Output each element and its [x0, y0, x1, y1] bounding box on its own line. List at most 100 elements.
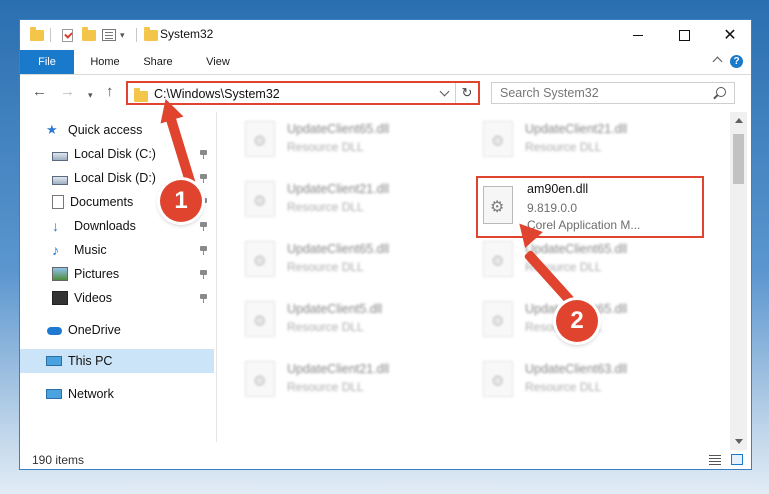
sidebar-item-documents[interactable]: Documents [52, 191, 133, 213]
forward-button[interactable]: → [60, 84, 75, 100]
file-item[interactable]: ⚙ UpdateClient5.dll Resource DLL [237, 296, 467, 342]
search-placeholder: Search System32 [500, 86, 599, 100]
dll-file-icon: ⚙ [245, 121, 275, 157]
refresh-icon[interactable]: ↻ [455, 83, 478, 103]
window-title: System32 [160, 27, 214, 41]
sidebar-item-pictures[interactable]: Pictures [52, 263, 119, 285]
folder-icon [30, 26, 44, 43]
dll-file-icon: ⚙ [245, 361, 275, 397]
file-list: ⚙ UpdateClient65.dll Resource DLL ⚙ Upda… [217, 112, 729, 442]
file-item[interactable]: ⚙ UpdateClient21.dll Resource DLL [237, 176, 467, 222]
music-icon: ♪ [52, 242, 59, 258]
sidebar-item-local-disk-c[interactable]: Local Disk (C:) [52, 143, 156, 165]
scroll-down-icon[interactable] [735, 439, 743, 444]
sidebar-item-label: Network [68, 387, 114, 401]
star-icon: ★ [46, 122, 58, 137]
file-name: UpdateClient21.dll [525, 122, 628, 136]
minimize-icon [633, 34, 643, 36]
address-dropdown-icon[interactable] [439, 86, 450, 97]
item-count: 190 items [32, 453, 85, 467]
file-name: UpdateClient65.dll [287, 242, 390, 256]
dll-file-icon: ⚙ [245, 241, 275, 277]
dll-file-icon: ⚙ [483, 361, 513, 397]
close-button[interactable]: ✕ [707, 20, 751, 50]
sidebar-item-quick-access[interactable]: ★ Quick access [46, 119, 142, 141]
file-name: UpdateClient21.dll [287, 362, 390, 376]
pin-icon[interactable] [200, 150, 207, 159]
dll-file-icon: ⚙ [245, 181, 275, 217]
sidebar-item-music[interactable]: ♪ Music [52, 239, 107, 261]
dll-file-icon: ⚙ [245, 301, 275, 337]
tab-home[interactable]: Home [82, 50, 128, 74]
pin-icon[interactable] [200, 222, 207, 231]
scroll-up-icon[interactable] [735, 118, 743, 123]
help-icon[interactable]: ? [730, 55, 743, 68]
sidebar-item-downloads[interactable]: ↓ Downloads [52, 215, 136, 237]
title-bar: ▾ System32 ✕ [20, 20, 751, 50]
file-name: UpdateClient63.dll [525, 362, 628, 376]
search-input[interactable]: Search System32 [491, 82, 735, 104]
up-button[interactable]: ↑ [106, 84, 114, 100]
dll-file-icon: ⚙ [483, 301, 513, 337]
search-icon [716, 87, 726, 97]
sidebar-item-label: Downloads [74, 219, 136, 233]
pin-icon[interactable] [200, 246, 207, 255]
sidebar-item-label: Local Disk (D:) [74, 171, 156, 185]
file-item[interactable]: ⚙ UpdateClient63.dll Resource DLL [475, 356, 705, 402]
tab-view[interactable]: View [198, 50, 238, 74]
documents-icon [52, 195, 64, 209]
file-type: Resource DLL [525, 140, 602, 154]
new-folder-icon[interactable] [82, 26, 96, 43]
file-type: Resource DLL [525, 380, 602, 394]
onedrive-icon [46, 323, 62, 337]
status-bar: 190 items [20, 450, 751, 469]
pin-icon[interactable] [200, 174, 207, 183]
file-item[interactable]: ⚙ UpdateClient65.dll Resource DLL [237, 236, 467, 282]
explorer-window: ▾ System32 ✕ File Home Share View ? ← → … [19, 19, 752, 470]
tab-share[interactable]: Share [135, 50, 181, 74]
dll-file-icon: ⚙ [483, 186, 513, 224]
sidebar-item-local-disk-d[interactable]: Local Disk (D:) [52, 167, 156, 189]
dll-file-icon: ⚙ [483, 241, 513, 277]
sidebar-item-label: Documents [70, 195, 134, 209]
expand-ribbon-icon[interactable] [712, 56, 723, 67]
videos-icon [52, 291, 68, 305]
scrollbar-thumb[interactable] [733, 134, 744, 184]
title-folder-icon [144, 26, 158, 43]
sidebar-item-this-pc[interactable]: This PC [20, 349, 214, 373]
pin-icon[interactable] [200, 294, 207, 303]
sidebar-item-label: This PC [68, 354, 113, 368]
sidebar-item-network[interactable]: Network [46, 383, 114, 405]
maximize-button[interactable] [661, 20, 707, 50]
properties-check-icon[interactable] [62, 27, 73, 43]
file-type: Resource DLL [287, 200, 364, 214]
details-view-icon[interactable] [709, 455, 721, 465]
vertical-scrollbar[interactable] [730, 112, 747, 450]
sidebar-item-videos[interactable]: Videos [52, 287, 112, 309]
file-name: UpdateClient5.dll [287, 302, 383, 316]
navigation-bar: ← → ▾ ↑ C:\Windows\System32 ↻ Search Sys… [20, 75, 751, 111]
back-button[interactable]: ← [32, 84, 47, 100]
file-item[interactable]: ⚙ UpdateClient21.dll Resource DLL [475, 116, 705, 162]
minimize-button[interactable] [615, 20, 661, 50]
dll-file-icon: ⚙ [483, 121, 513, 157]
file-type: Resource DLL [287, 140, 364, 154]
sidebar-item-label: Quick access [68, 123, 143, 137]
file-item[interactable]: ⚙ UpdateClient65.dll Resource DLL [475, 236, 705, 282]
pin-icon[interactable] [200, 270, 207, 279]
quick-access-dropdown-icon[interactable]: ▾ [120, 27, 125, 43]
file-item[interactable]: ⚙ UpdateClient65.dll Resource DLL [237, 116, 467, 162]
file-item[interactable]: ⚙ UpdateClient21.dll Resource DLL [237, 356, 467, 402]
tab-file[interactable]: File [20, 50, 74, 74]
file-type: Resource DLL [287, 380, 364, 394]
network-icon [46, 389, 62, 399]
maximize-icon [678, 29, 690, 41]
highlighted-file-am90en[interactable]: ⚙ am90en.dll 9.819.0.0 Corel Application… [476, 176, 704, 238]
file-name: am90en.dll [527, 182, 589, 196]
properties-icon[interactable] [102, 27, 116, 43]
sidebar-item-onedrive[interactable]: OneDrive [46, 319, 121, 341]
large-icons-view-icon[interactable] [731, 454, 743, 465]
file-version: 9.819.0.0 [527, 201, 578, 215]
recent-locations-icon[interactable]: ▾ [88, 87, 93, 103]
download-icon: ↓ [52, 218, 59, 234]
